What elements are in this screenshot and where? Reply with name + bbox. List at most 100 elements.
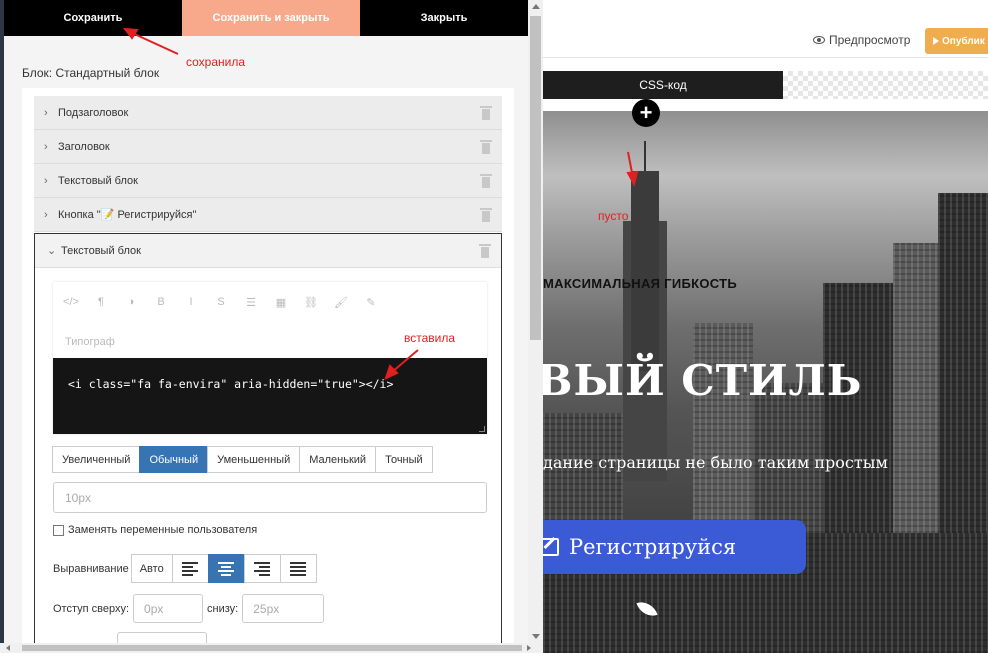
html-code-textarea[interactable]: <i class="fa fa-envira" aria-hidden="tru… — [53, 358, 487, 434]
annotation-empty: пусто — [598, 209, 629, 223]
chevron-down-icon: ⌄ — [47, 245, 57, 257]
publish-label: Опублик — [942, 35, 985, 47]
table-icon[interactable]: ▦ — [273, 294, 289, 310]
scroll-thumb[interactable] — [22, 645, 522, 651]
css-code-tab[interactable]: CSS-код — [543, 71, 783, 99]
alignment-buttons: Авто — [130, 554, 317, 583]
trash-icon[interactable] — [480, 174, 492, 188]
size-small-button[interactable]: Маленький — [299, 446, 377, 473]
register-button[interactable]: Регистрируйся — [543, 520, 806, 574]
block-item-text[interactable]: › Текстовый блок — [34, 164, 502, 198]
padding-bottom-input[interactable]: 25px — [242, 594, 325, 623]
align-left-button[interactable] — [171, 554, 209, 583]
hero-title: ВЫЙ СТИЛЬ — [543, 356, 863, 405]
publish-button[interactable]: Опублик — [925, 28, 988, 54]
padding-bottom-label: снизу: — [207, 602, 239, 615]
horizontal-scrollbar[interactable] — [0, 643, 543, 653]
chevron-right-icon: › — [44, 174, 48, 187]
hero-subtitle: МАКСИМАЛЬНАЯ ГИБКОСТЬ — [543, 276, 738, 291]
align-justify-button[interactable] — [279, 554, 317, 583]
align-right-icon — [254, 561, 271, 576]
block-item-label: Подзаголовок — [58, 106, 129, 119]
pencil-square-icon — [543, 538, 559, 556]
typograph-placeholder[interactable]: Типограф — [65, 336, 115, 348]
alignment-label: Выравнивание — [53, 562, 129, 575]
padding-top-label: Отступ сверху: — [53, 602, 130, 615]
trash-icon[interactable] — [479, 244, 491, 258]
block-item-label: Текстовый блок — [61, 244, 141, 257]
padding-row: Отступ сверху: 0px снизу: 25px — [53, 594, 328, 623]
annotation-inserted: вставила — [404, 331, 456, 345]
chevron-right-icon: › — [44, 106, 48, 119]
align-center-button[interactable] — [207, 554, 245, 583]
italic-icon[interactable]: I — [183, 294, 199, 310]
hero-description: дание страницы не было таким простым — [543, 453, 888, 472]
list-icon[interactable]: ☰ — [243, 294, 259, 310]
size-enlarged-button[interactable]: Увеличенный — [52, 446, 141, 473]
resize-handle[interactable] — [479, 426, 485, 432]
editor-toolbar: Сохранить Сохранить и закрыть Закрыть — [4, 0, 528, 36]
close-button[interactable]: Закрыть — [360, 0, 528, 36]
trash-icon[interactable] — [480, 106, 492, 120]
chevron-right-icon: › — [44, 140, 48, 153]
block-item-heading[interactable]: › Заголовок — [34, 130, 502, 164]
block-item-button[interactable]: › Кнопка "📝 Регистрируйся" — [34, 198, 502, 232]
font-size-input[interactable]: 10px — [53, 482, 487, 513]
size-reduced-button[interactable]: Уменьшенный — [207, 446, 301, 473]
bold-icon[interactable]: B — [153, 294, 169, 310]
replace-vars-checkbox[interactable] — [53, 524, 64, 536]
paragraph-icon[interactable]: ¶ — [93, 294, 109, 310]
padding-top-input[interactable]: 0px — [133, 594, 204, 623]
code-icon[interactable]: </> — [63, 294, 79, 310]
replace-vars-label: Заменять переменные пользователя — [68, 524, 258, 536]
size-exact-button[interactable]: Точный — [375, 446, 433, 473]
add-block-button[interactable]: + — [632, 99, 660, 127]
register-button-label: Регистрируйся — [569, 535, 737, 559]
contrast-icon[interactable]: ◑ — [123, 294, 139, 310]
extra-input[interactable] — [117, 632, 207, 643]
block-items-list: › Подзаголовок › Заголовок › Текстовый б… — [22, 88, 514, 643]
building-spire — [644, 141, 646, 171]
size-normal-button[interactable]: Обычный — [139, 446, 209, 473]
code-text: <i class="fa fa-envira" aria-hidden="tru… — [68, 377, 394, 391]
preview-label: Предпросмотр — [829, 33, 911, 47]
align-left-icon — [182, 561, 199, 576]
align-right-button[interactable] — [243, 554, 281, 583]
block-title: Блок: Стандартный блок — [22, 66, 160, 80]
block-item-label: Текстовый блок — [58, 174, 138, 187]
chevron-right-icon: › — [44, 208, 48, 221]
align-auto-button[interactable]: Авто — [130, 554, 173, 583]
strike-icon[interactable]: S — [213, 294, 229, 310]
editor-tools: </> ¶ ◑ B I S ☰ ▦ ⛓ 🖌 ✎ — [53, 282, 487, 322]
save-button[interactable]: Сохранить — [4, 0, 182, 36]
block-editor-panel: Сохранить Сохранить и закрыть Закрыть Бл… — [0, 0, 543, 653]
block-item-header[interactable]: ⌄ Текстовый блок — [35, 234, 501, 268]
scroll-left-icon[interactable] — [6, 645, 10, 651]
brush-icon[interactable]: 🖌 — [333, 294, 349, 310]
block-item-subheading[interactable]: › Подзаголовок — [34, 96, 502, 130]
trash-icon[interactable] — [480, 208, 492, 222]
annotation-saved: сохранила — [186, 55, 246, 69]
trash-icon[interactable] — [480, 140, 492, 154]
scroll-thumb[interactable] — [530, 16, 541, 340]
save-and-close-button[interactable]: Сохранить и закрыть — [182, 0, 360, 36]
play-icon — [933, 37, 939, 45]
scroll-down-icon[interactable] — [532, 634, 540, 639]
preview-link[interactable]: Предпросмотр — [813, 33, 910, 47]
alignment-row: Выравнивание Авто — [53, 554, 317, 583]
vertical-scrollbar[interactable] — [528, 0, 543, 645]
block-item-label: Заголовок — [58, 140, 110, 153]
replace-vars-row: Заменять переменные пользователя — [53, 524, 257, 536]
link-icon[interactable]: ⛓ — [303, 294, 319, 310]
screen: Сохранить Сохранить и закрыть Закрыть Бл… — [0, 0, 988, 653]
rich-text-editor: </> ¶ ◑ B I S ☰ ▦ ⛓ 🖌 ✎ Типограф <i class="fa fa-e… — [53, 282, 487, 434]
align-center-icon — [218, 561, 235, 576]
page-preview: Предпросмотр Опублик CSS-код + МАКСИМАЛЬ… — [543, 0, 988, 653]
block-item-text-expanded: ⌄ Текстовый блок </> ¶ ◑ B I S ☰ ▦ ⛓ 🖌 ✎ Типограф … — [34, 233, 502, 643]
scroll-right-icon[interactable] — [527, 645, 531, 651]
pen-icon[interactable]: ✎ — [363, 294, 379, 310]
transparent-background — [783, 71, 988, 99]
font-size-selector: Увеличенный Обычный Уменьшенный Маленьки… — [52, 446, 433, 473]
scroll-up-icon[interactable] — [532, 4, 540, 9]
eye-icon — [813, 36, 825, 44]
